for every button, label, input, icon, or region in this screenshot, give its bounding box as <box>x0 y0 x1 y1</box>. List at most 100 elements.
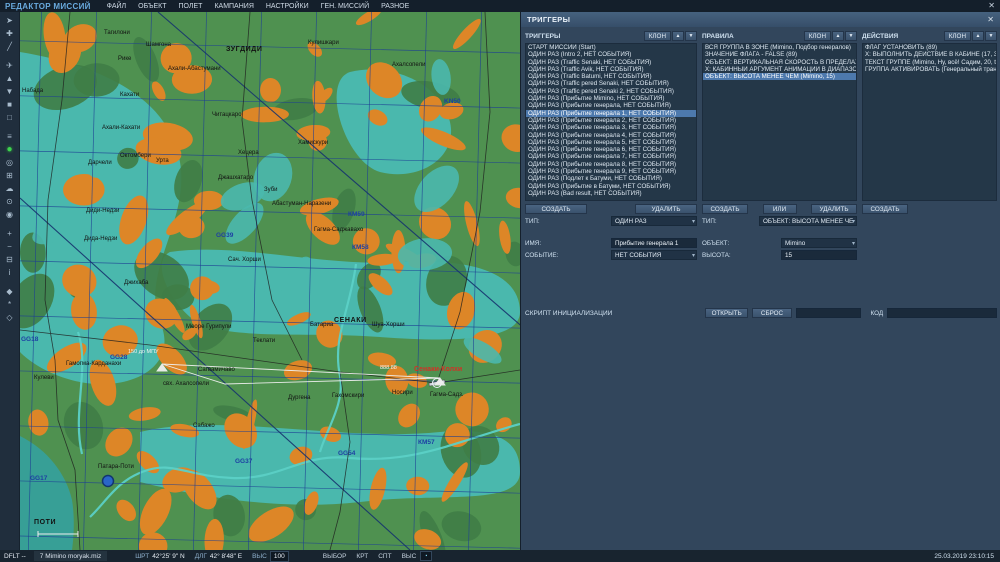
group-list-icon[interactable]: ≡ <box>2 130 18 143</box>
app-title: РЕДАКТОР МИССИЙ <box>5 1 91 11</box>
airplane-icon[interactable]: ✈ <box>2 59 18 72</box>
weather-icon[interactable]: ☁ <box>2 182 18 195</box>
select-mode-toggle[interactable]: ВЫБОР <box>323 553 347 560</box>
delete-rule-button[interactable]: УДАЛИТЬ <box>811 204 857 214</box>
action-list-item[interactable]: ГРУППА АКТИВИРОВАТЬ (Генеральный транспо… <box>863 66 996 73</box>
trigger-list-item[interactable]: ОДИН РАЗ (Прибытие генерала 3, НЕТ СОБЫТ… <box>526 124 696 131</box>
clone-trigger-button[interactable]: КЛОН <box>643 31 671 41</box>
trigger-list-item[interactable]: ОДИН РАЗ (Прибытие генерала 4, НЕТ СОБЫТ… <box>526 132 696 139</box>
panel-close-icon[interactable]: ✕ <box>987 15 994 24</box>
menu-settings[interactable]: НАСТРОЙКИ <box>266 3 309 10</box>
rules-column: ПРАВИЛА КЛОН ▲ ▼ ВСЯ ГРУППА В ЗОНЕ (Mimi… <box>702 30 857 260</box>
bullseye-icon[interactable]: ◉ <box>2 208 18 221</box>
trigger-list-item[interactable]: ОДИН РАЗ (Traffic Senaki, НЕТ СОБЫТИЯ) <box>526 59 696 66</box>
menu-misc[interactable]: РАЗНОЕ <box>381 3 409 10</box>
trigger-list-item[interactable]: ОДИН РАЗ (Прибытие генерала 1, НЕТ СОБЫТ… <box>526 109 696 117</box>
mission-map[interactable]: Тагилони Шамгона Рике ЗУГДИДИ Кулишкари Ахалс… <box>20 12 520 550</box>
trigger-list-item[interactable]: ОДИН РАЗ (Traffic pered Senaki 2, НЕТ СО… <box>526 88 696 95</box>
menu-object[interactable]: ОБЪЕКТ <box>138 3 166 10</box>
trigger-list-item[interactable]: ОДИН РАЗ (Прибытие генерала 6, НЕТ СОБЫТ… <box>526 146 696 153</box>
trigger-list-item[interactable]: ОДИН РАЗ (Traffic pered Senaki, НЕТ СОБЫ… <box>526 80 696 87</box>
trigger-list-item[interactable]: ОДИН РАЗ (Bad result, НЕТ СОБЫТИЯ) <box>526 190 696 197</box>
time-icon[interactable]: ⊙ <box>2 195 18 208</box>
action-move-down-button[interactable]: ▼ <box>985 31 997 41</box>
map-layer-toggle[interactable]: КРТ <box>356 553 368 560</box>
code-input[interactable] <box>887 308 997 318</box>
open-script-button[interactable]: ОТКРЫТЬ <box>705 308 749 318</box>
rule-list-item[interactable]: ВСЯ ГРУППА В ЗОНЕ (Mimino, Подбор генера… <box>703 44 856 51</box>
trigger-move-up-button[interactable]: ▲ <box>672 31 684 41</box>
menu-campaign[interactable]: КАМПАНИЯ <box>214 3 253 10</box>
panel-titlebar[interactable]: ТРИГГЕРЫ ✕ <box>521 12 1000 27</box>
window-close-icon[interactable]: ✕ <box>988 2 995 10</box>
trigger-list-item[interactable]: ОДИН РАЗ (Прибытие генерала 7, НЕТ СОБЫТ… <box>526 153 696 160</box>
rules-list: ВСЯ ГРУППА В ЗОНЕ (Mimino, Подбор генера… <box>702 43 857 201</box>
vehicle-icon[interactable]: ■ <box>2 98 18 111</box>
satellite-layer-toggle[interactable]: СПТ <box>378 553 391 560</box>
clone-action-button[interactable]: КЛОН <box>943 31 971 41</box>
clone-rule-button[interactable]: КЛОН <box>803 31 831 41</box>
trigger-list-item[interactable]: ОДИН РАЗ (Прибытие в Батуми, НЕТ СОБЫТИЯ… <box>526 183 696 190</box>
zoom-out-icon[interactable]: − <box>2 240 18 253</box>
create-rule-button[interactable]: СОЗДАТЬ <box>702 204 748 214</box>
trigger-zone-icon[interactable]: ◎ <box>2 156 18 169</box>
rule-list-item[interactable]: ЗНАЧЕНИЕ ФЛАГА - FALSE (89) <box>703 51 856 58</box>
trigger-list-item[interactable]: ОДИН РАЗ (Прибытие генерала 9, НЕТ СОБЫТ… <box>526 168 696 175</box>
layers-icon[interactable]: ⊟ <box>2 253 18 266</box>
trigger-list-item[interactable]: ОДИН РАЗ (Traffic Batumi, НЕТ СОБЫТИЯ) <box>526 73 696 80</box>
flag-icon[interactable]: ◆ <box>2 285 18 298</box>
select-tool-icon[interactable]: ➤ <box>2 14 18 27</box>
script-file-input[interactable] <box>795 308 861 318</box>
rule-object-dropdown[interactable]: Mimino <box>781 238 857 248</box>
rule-type-dropdown[interactable]: ОБЪЕКТ: ВЫСОТА МЕНЕЕ ЧЕ <box>759 216 857 226</box>
altitude-input[interactable]: 100 <box>269 550 289 562</box>
objects-mode-icon[interactable]: ● <box>2 143 18 156</box>
action-move-up-button[interactable]: ▲ <box>972 31 984 41</box>
create-action-button[interactable]: СОЗДАТЬ <box>862 204 908 214</box>
trigger-list-item[interactable]: ОДИН РАЗ (Прибытие генерала 5, НЕТ СОБЫТ… <box>526 139 696 146</box>
menu-file[interactable]: ФАЙЛ <box>107 3 126 10</box>
trigger-name-input[interactable]: Прибытие генерала 1 <box>611 238 697 248</box>
trigger-list-item[interactable]: ОДИН РАЗ (Подлет к Батуми, НЕТ СОБЫТИЯ) <box>526 175 696 182</box>
trigger-list-item[interactable]: ОДИН РАЗ (Intro 2, НЕТ СОБЫТИЯ) <box>526 51 696 58</box>
info-icon[interactable]: i <box>2 266 18 279</box>
create-trigger-button[interactable]: СОЗДАТЬ <box>525 204 587 214</box>
menu-flight[interactable]: ПОЛЕТ <box>179 3 203 10</box>
altitude-label: ВЫС <box>252 552 267 560</box>
triggers-list: СТАРТ МИССИИ (Start) ОДИН РАЗ (Intro 2, Н… <box>525 43 697 201</box>
altitude-display-toggle[interactable]: ВЫС <box>402 553 417 560</box>
static-object-icon[interactable]: □ <box>2 111 18 124</box>
trigger-list-item[interactable]: СТАРТ МИССИИ (Start) <box>526 44 696 51</box>
rule-move-up-button[interactable]: ▲ <box>832 31 844 41</box>
rule-list-item[interactable]: ОБЪЕКТ: ВЫСОТА МЕНЕЕ ЧЕМ (Mimino, 15) <box>703 73 856 81</box>
action-list-item[interactable]: X: ВЫПОЛНИТЬ ДЕЙСТВИЕ В КАБИНЕ (17, 3014… <box>863 51 996 58</box>
altitude-display-state-icon[interactable]: ▪ <box>420 551 433 561</box>
zoom-in-icon[interactable]: + <box>2 227 18 240</box>
trigger-list-item[interactable]: ОДИН РАЗ (Прибытие генерала 8, НЕТ СОБЫТ… <box>526 161 696 168</box>
rule-height-input[interactable]: 15 <box>781 250 857 260</box>
map-marker-icon[interactable]: ◇ <box>2 311 18 324</box>
trigger-list-item[interactable]: ОДИН РАЗ (Traffic Avik, НЕТ СОБЫТИЯ) <box>526 66 696 73</box>
ruler-icon[interactable]: ╱ <box>2 40 18 53</box>
statusbar-toggles: ВЫБОР КРТ СПТ ВЫС <box>323 553 417 560</box>
trigger-list-item[interactable]: ОДИН РАЗ (Прибытие генерала, НЕТ СОБЫТИЯ… <box>526 102 696 109</box>
rule-list-item[interactable]: X: КАБИННЫЙ АРГУМЕНТ АНИМАЦИИ В ДИАПАЗОН… <box>703 66 856 73</box>
settings-icon[interactable]: * <box>2 298 18 311</box>
trigger-move-down-button[interactable]: ▼ <box>685 31 697 41</box>
action-list-item[interactable]: ФЛАГ УСТАНОВИТЬ (89) <box>863 44 996 51</box>
ship-icon[interactable]: ▼ <box>2 85 18 98</box>
trigger-type-dropdown[interactable]: ОДИН РАЗ <box>611 216 697 226</box>
trigger-list-item[interactable]: ОДИН РАЗ (Прибытие Mimino, НЕТ СОБЫТИЯ) <box>526 95 696 102</box>
delete-trigger-button[interactable]: УДАЛИТЬ <box>635 204 697 214</box>
helicopter-icon[interactable]: ▲ <box>2 72 18 85</box>
rule-move-down-button[interactable]: ▼ <box>845 31 857 41</box>
or-rule-button[interactable]: ИЛИ <box>762 204 797 214</box>
action-list-item[interactable]: ТЕКСТ ГРУППЕ (Mimino, Ну, всё! Садим, 20… <box>863 59 996 66</box>
pan-tool-icon[interactable]: ✚ <box>2 27 18 40</box>
reset-script-button[interactable]: СБРОС <box>752 308 792 318</box>
menu-mission-generator[interactable]: ГЕН. МИССИЙ <box>321 3 369 10</box>
trigger-list-item[interactable]: ОДИН РАЗ (Прибытие генерала 2, НЕТ СОБЫТ… <box>526 117 696 124</box>
rule-list-item[interactable]: ОБЪЕКТ: ВЕРТИКАЛЬНАЯ СКОРОСТЬ В ПРЕДЕЛАХ… <box>703 59 856 66</box>
template-icon[interactable]: ⊞ <box>2 169 18 182</box>
trigger-event-dropdown[interactable]: НЕТ СОБЫТИЯ <box>611 250 697 260</box>
